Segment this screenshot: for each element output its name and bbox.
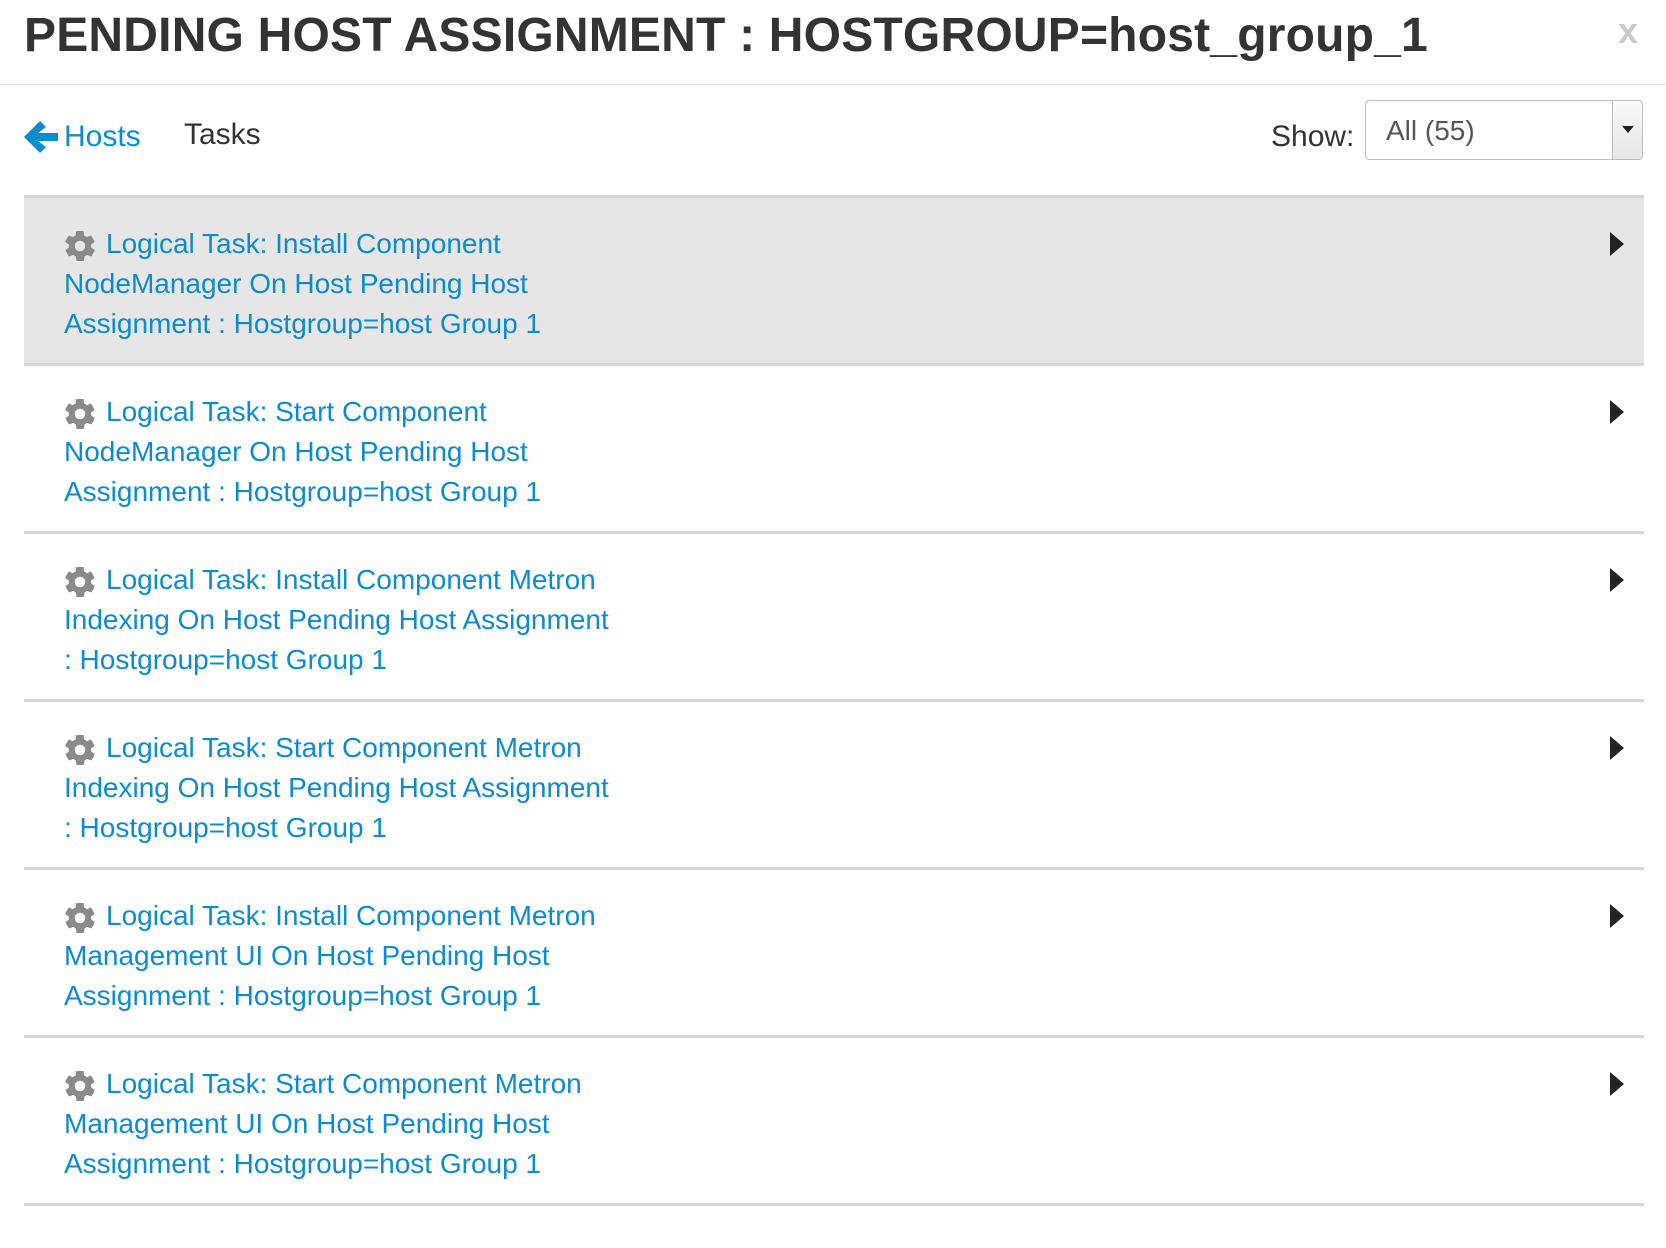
task-modal: PENDING HOST ASSIGNMENT : HOSTGROUP=host… xyxy=(0,0,1666,1248)
modal-title: PENDING HOST ASSIGNMENT : HOSTGROUP=host… xyxy=(24,9,1428,62)
caret-right-icon xyxy=(1610,568,1624,592)
breadcrumb: Hosts Tasks Show: All (55) xyxy=(0,100,1666,170)
back-link-label: Hosts xyxy=(64,120,141,153)
filter-selected-value: All (55) xyxy=(1386,115,1475,146)
task-label: Logical Task: Install Component Metron M… xyxy=(64,900,596,1011)
back-to-hosts-link[interactable]: Hosts xyxy=(24,118,141,156)
task-row[interactable]: Logical Task: Start Component NodeManage… xyxy=(24,366,1644,534)
task-label: Logical Task: Install Component Metron I… xyxy=(64,564,609,675)
caret-right-icon xyxy=(1610,400,1624,424)
close-button[interactable]: x xyxy=(1618,10,1638,52)
task-label: Logical Task: Start Component Metron Ind… xyxy=(64,732,609,843)
filter-label: Show: xyxy=(1271,120,1355,153)
caret-right-icon xyxy=(1610,904,1624,928)
task-row[interactable]: Logical Task: Install Component Metron M… xyxy=(24,870,1644,1038)
task-list: Logical Task: Install Component NodeMana… xyxy=(24,195,1644,1206)
current-breadcrumb: Tasks xyxy=(184,118,261,151)
caret-right-icon xyxy=(1610,736,1624,760)
modal-header: PENDING HOST ASSIGNMENT : HOSTGROUP=host… xyxy=(0,0,1666,85)
caret-right-icon xyxy=(1610,232,1624,256)
task-label: Logical Task: Start Component NodeManage… xyxy=(64,396,542,507)
caret-right-icon xyxy=(1610,1072,1624,1096)
task-label: Logical Task: Start Component Metron Man… xyxy=(64,1068,582,1179)
task-row[interactable]: Logical Task: Install Component Metron I… xyxy=(24,534,1644,702)
arrow-left-icon xyxy=(24,121,58,153)
task-row[interactable]: Logical Task: Start Component Metron Man… xyxy=(24,1038,1644,1206)
task-row[interactable]: Logical Task: Start Component Metron Ind… xyxy=(24,702,1644,870)
task-row[interactable]: Logical Task: Install Component NodeMana… xyxy=(24,198,1644,366)
task-label: Logical Task: Install Component NodeMana… xyxy=(64,228,542,339)
chevron-down-icon xyxy=(1612,101,1642,159)
filter-select[interactable]: All (55) xyxy=(1365,100,1643,160)
